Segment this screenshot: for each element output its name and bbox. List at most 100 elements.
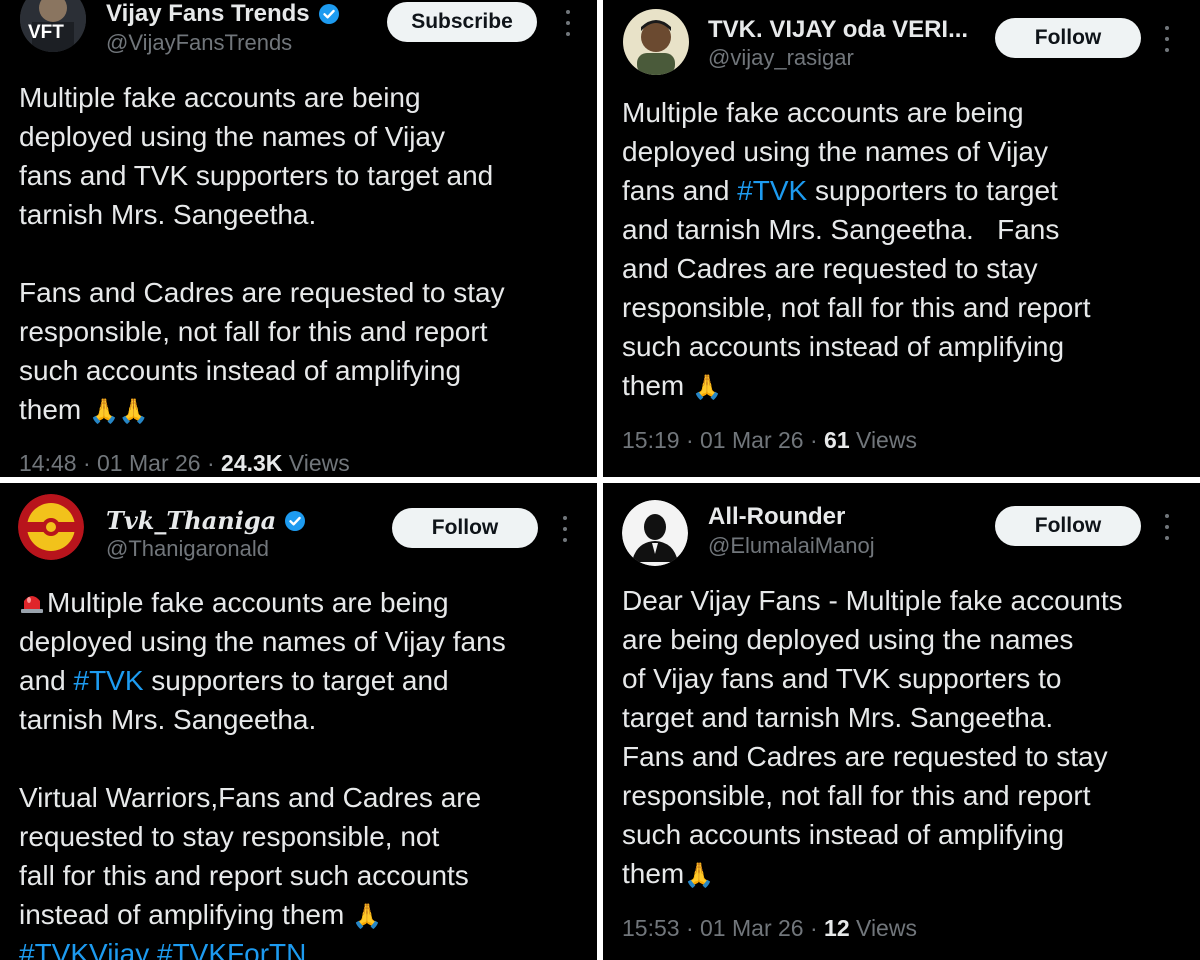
author-name[interactable]: Tvk_Thaniga (106, 506, 276, 535)
views-label: Views (856, 915, 917, 941)
folded-hands-emoji: 🙏🙏 (89, 397, 149, 425)
follow-button[interactable]: Follow (392, 508, 538, 548)
tweet-meta: 15:53 · 01 Mar 26 · 12 Views (622, 915, 917, 941)
views-label: Views (856, 427, 917, 453)
tweet-line: them🙏 (622, 854, 1123, 893)
tweet-meta: 15:19 · 01 Mar 26 · 61 Views (622, 427, 917, 453)
tweet-line: Multiple fake accounts are being (622, 97, 1024, 128)
avatar[interactable] (18, 494, 84, 560)
more-options-icon[interactable] (1164, 514, 1170, 540)
tweet-line: fall for this and report such accounts (19, 860, 469, 891)
tweet-line: and tarnish Mrs. Sangeetha. Fans (622, 214, 1060, 245)
tweet-time[interactable]: 14:48 (19, 450, 77, 476)
tweet-date[interactable]: 01 Mar 26 (700, 915, 804, 941)
tweet-line-text: and (19, 665, 74, 696)
tweet-text: Multiple fake accounts are being deploye… (622, 93, 1090, 405)
more-options-icon[interactable] (565, 10, 571, 36)
tweet-line: instead of amplifying them 🙏 (19, 895, 506, 934)
tweet-line: responsible, not fall for this and repor… (622, 780, 1091, 811)
tweet-line: target and tarnish Mrs. Sangeetha. (622, 702, 1054, 733)
tweet-line: requested to stay responsible, not (19, 821, 440, 852)
author-name[interactable]: Vijay Fans Trends (106, 0, 310, 28)
hashtag-link[interactable]: #TVK (74, 665, 144, 696)
siren-emoji-icon (21, 596, 43, 613)
tweet-line: are being deployed using the names (622, 624, 1074, 655)
tweet-date[interactable]: 01 Mar 26 (97, 450, 201, 476)
tweet-line: Virtual Warriors,Fans and Cadres are (19, 782, 482, 813)
avatar-image (622, 500, 688, 566)
author-name-row: TVK. VIJAY oda VERI... (708, 16, 968, 44)
author-name-row: Vijay Fans Trends (106, 0, 340, 28)
folded-hands-emoji: 🙏 (692, 373, 722, 401)
views-count: 12 (824, 915, 850, 941)
tweet-line-text: them (622, 370, 685, 401)
verified-badge-icon (318, 4, 339, 24)
tweet-text: Multiple fake accounts are being deploye… (19, 583, 506, 960)
tweet-line: fans and #TVK supporters to target (622, 171, 1090, 210)
tweet-line-text: fans and (622, 175, 738, 206)
author-handle[interactable]: @vijay_rasigar (708, 45, 854, 71)
tweet-card-vijay-rasigar: TVK. VIJAY oda VERI... @vijay_rasigar Fo… (603, 0, 1200, 477)
tweet-line: deployed using the names of Vijay (622, 136, 1048, 167)
tweet-time[interactable]: 15:53 (622, 915, 680, 941)
tweet-line: fans and TVK supporters to target and (19, 160, 494, 191)
tweet-line: Multiple fake accounts are being (19, 82, 421, 113)
views-count: 24.3K (221, 450, 283, 476)
tweet-line: such accounts instead of amplifying (622, 331, 1065, 362)
tweet-line: responsible, not fall for this and repor… (622, 292, 1091, 323)
avatar[interactable] (623, 9, 689, 75)
tweet-line: tarnish Mrs. Sangeetha. (19, 199, 317, 230)
tweet-card-vijay-fans-trends: VFT Vijay Fans Trends @VijayFansTrends S… (0, 0, 597, 477)
tweet-line: Fans and Cadres are requested to stay (622, 741, 1108, 772)
tweet-date[interactable]: 01 Mar 26 (700, 427, 804, 453)
avatar[interactable]: VFT (20, 0, 86, 52)
tweet-card-tvk-thaniga: Tvk_Thaniga @Thanigaronald Follow Multip… (0, 483, 597, 960)
tweet-line: them 🙏 (622, 366, 1090, 405)
views-count: 61 (824, 427, 850, 453)
author-handle[interactable]: @ElumalaiManoj (708, 533, 875, 559)
tweet-line: Dear Vijay Fans - Multiple fake accounts (622, 585, 1123, 616)
more-options-icon[interactable] (562, 516, 568, 542)
author-name[interactable]: All-Rounder (708, 503, 845, 531)
tweet-time[interactable]: 15:19 (622, 427, 680, 453)
tweet-line: such accounts instead of amplifying (622, 819, 1065, 850)
tweet-meta: 14:48 · 01 Mar 26 · 24.3K Views (19, 450, 350, 476)
subscribe-button[interactable]: Subscribe (387, 2, 537, 42)
author-handle[interactable]: @Thanigaronald (106, 536, 269, 562)
tweet-line: and Cadres are requested to stay (622, 253, 1038, 284)
tweet-line: deployed using the names of Vijay fans (19, 626, 506, 657)
tweet-line: deployed using the names of Vijay (19, 121, 445, 152)
follow-button[interactable]: Follow (995, 18, 1141, 58)
author-name[interactable]: TVK. VIJAY oda VERI... (708, 16, 968, 44)
folded-hands-emoji: 🙏 (352, 902, 382, 930)
more-options-icon[interactable] (1164, 26, 1170, 52)
avatar-text: VFT (28, 22, 64, 43)
tweet-line: tarnish Mrs. Sangeetha. (19, 704, 317, 735)
views-label: Views (288, 450, 350, 476)
tweet-line-text: supporters to target and (143, 665, 449, 696)
tweet-line-text: Multiple fake accounts are being (47, 587, 449, 618)
tweet-line: and #TVK supporters to target and (19, 661, 506, 700)
tweet-card-all-rounder: All-Rounder @ElumalaiManoj Follow Dear V… (603, 483, 1200, 960)
tweet-text: Multiple fake accounts are being deploye… (19, 78, 505, 429)
follow-button[interactable]: Follow (995, 506, 1141, 546)
tweet-line: Fans and Cadres are requested to stay (19, 277, 505, 308)
verified-badge-icon (285, 510, 306, 531)
folded-hands-emoji: 🙏 (684, 861, 715, 889)
author-name-row: Tvk_Thaniga (106, 506, 306, 535)
author-name-row: All-Rounder (708, 503, 845, 531)
tweet-line-text: them (19, 394, 82, 425)
tweet-line: them 🙏🙏 (19, 390, 505, 429)
avatar[interactable] (622, 500, 688, 566)
tweet-line: such accounts instead of amplifying (19, 355, 462, 386)
avatar-image (623, 9, 689, 75)
tweet-text: Dear Vijay Fans - Multiple fake accounts… (622, 581, 1123, 893)
hashtag-line[interactable]: #TVKVijay #TVKForTN (19, 934, 506, 960)
hashtag-link[interactable]: #TVK (737, 175, 807, 206)
tweet-line-text: them (622, 858, 685, 889)
tweet-line-text: supporters to target (807, 175, 1058, 206)
tweet-line: Multiple fake accounts are being (19, 583, 506, 622)
author-handle[interactable]: @VijayFansTrends (106, 30, 292, 56)
